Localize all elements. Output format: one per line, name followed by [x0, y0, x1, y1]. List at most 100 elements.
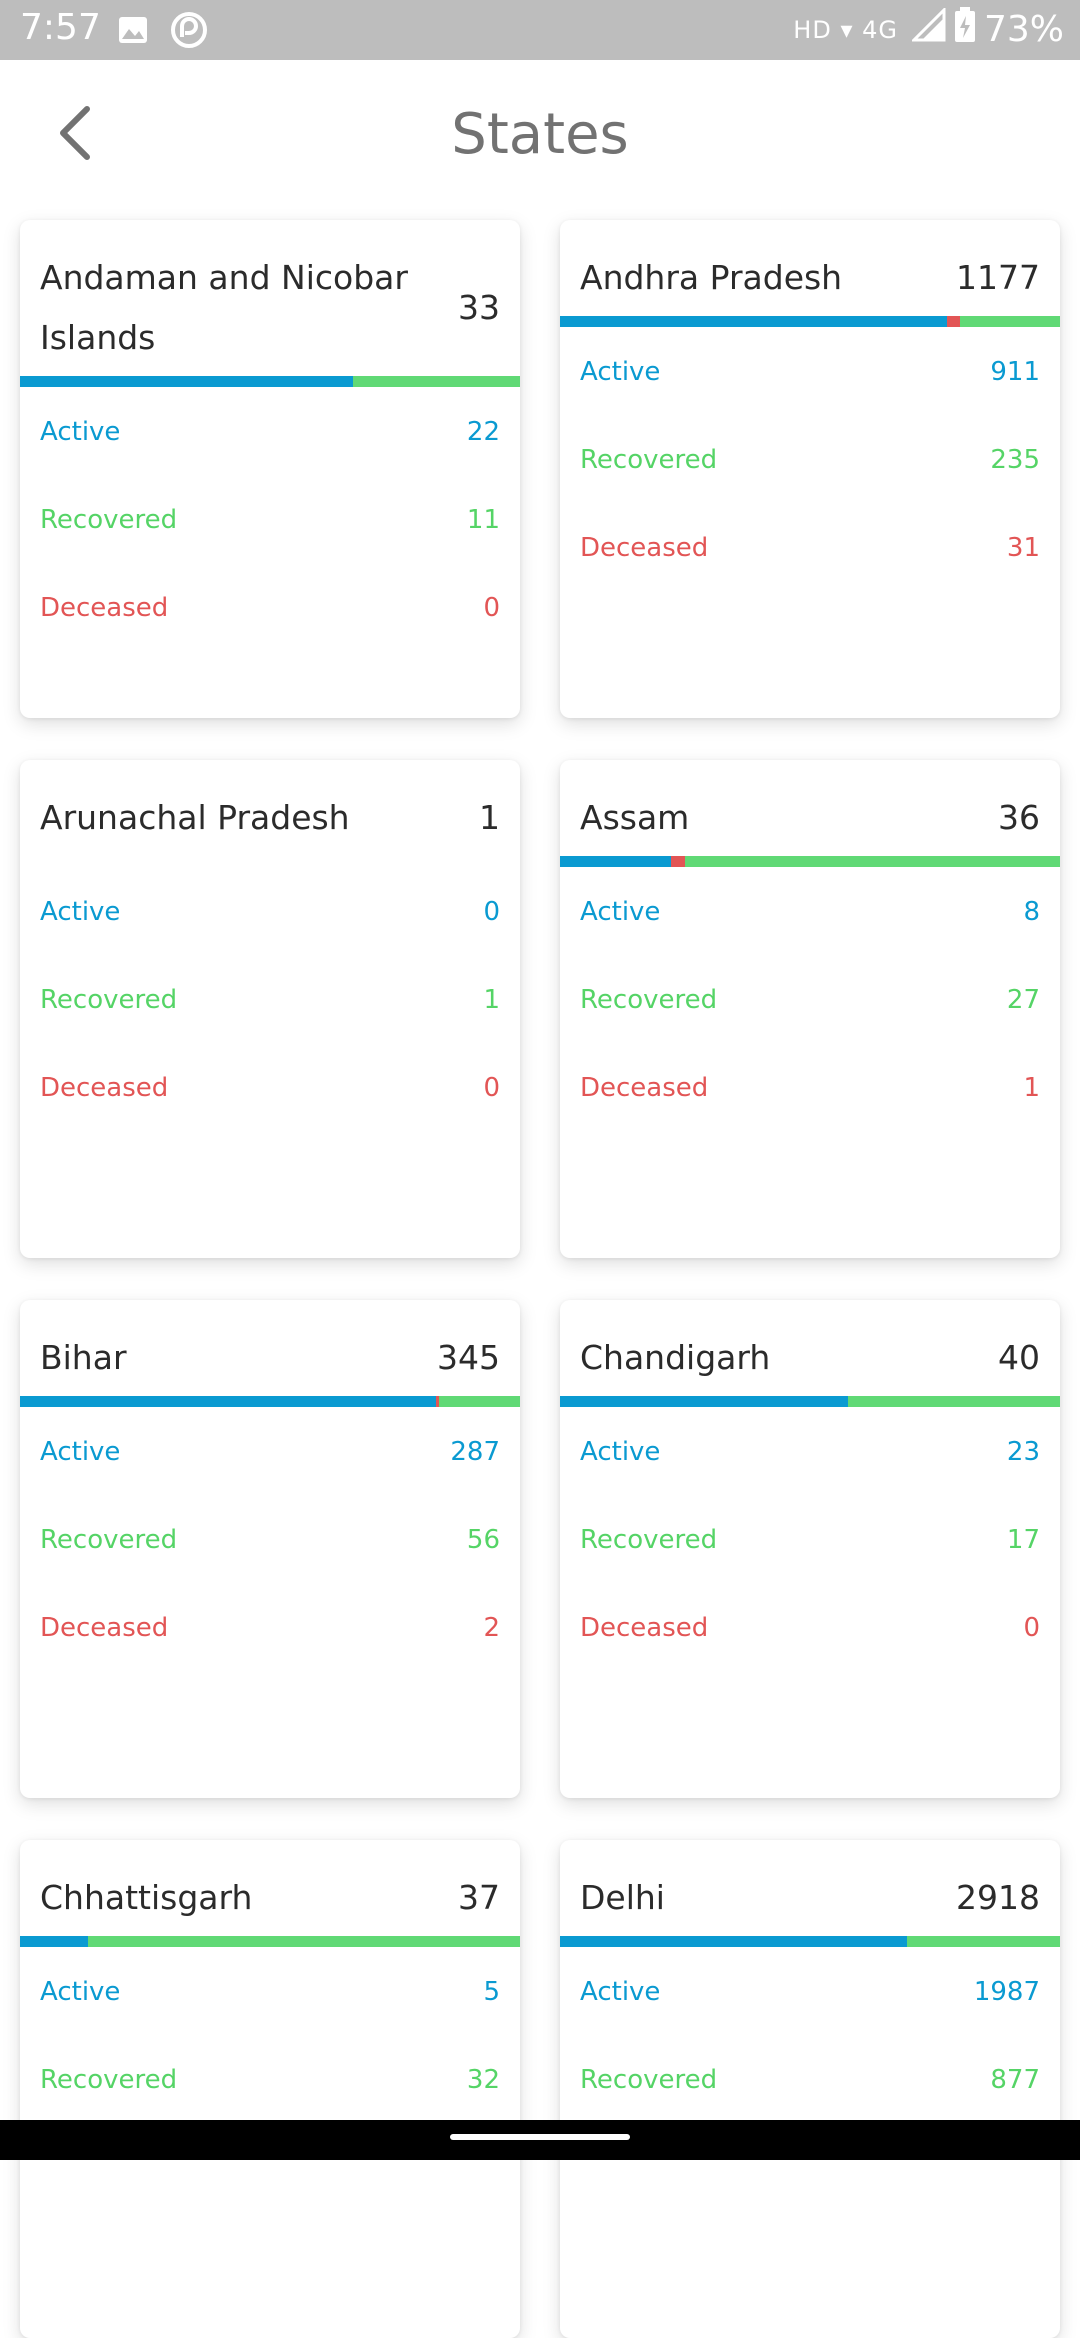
stat-row-recovered: Recovered 1 — [40, 985, 500, 1015]
stat-row-active: Active 5 — [40, 1977, 500, 2007]
stat-row-deceased: Deceased 0 — [40, 1073, 500, 1103]
deceased-label: Deceased — [40, 1073, 169, 1103]
deceased-label: Deceased — [580, 1073, 709, 1103]
stat-row-recovered: Recovered 17 — [580, 1525, 1040, 1555]
recovered-count: 27 — [1006, 985, 1040, 1015]
active-label: Active — [40, 417, 121, 447]
stat-row-active: Active 0 — [40, 897, 500, 927]
stat-row-recovered: Recovered 877 — [580, 2065, 1040, 2095]
recovered-label: Recovered — [40, 505, 178, 535]
case-breakdown-bar — [560, 1936, 1060, 1947]
card-header: Andhra Pradesh 1177 — [560, 220, 1060, 308]
notification-icons — [118, 11, 208, 53]
state-name: Andhra Pradesh — [580, 258, 843, 297]
total-cases: 33 — [458, 288, 500, 327]
case-breakdown-bar — [560, 316, 1060, 327]
card-header: Delhi 2918 — [560, 1840, 1060, 1928]
bar-segment-active — [560, 1396, 848, 1407]
signal-icon — [910, 6, 946, 51]
recovered-count: 235 — [990, 445, 1040, 475]
app-bar: States — [0, 60, 1080, 220]
state-card[interactable]: Delhi2918Active1987Recovered877Deceased — [560, 1840, 1060, 2338]
state-card[interactable]: Chandigarh 40 Active 23 Recovered 17 Deceased 0 — [560, 1300, 1060, 1798]
active-count: 1987 — [973, 1977, 1040, 2007]
case-breakdown-bar — [20, 376, 520, 387]
bar-segment-recovered — [438, 1396, 520, 1407]
state-card[interactable]: Andaman and Nicobar Islands 33 Active 22 Rec… — [20, 220, 520, 718]
state-card[interactable]: Arunachal Pradesh 1 Active 0 Recovered 1 Decea… — [20, 760, 520, 1258]
case-breakdown-bar — [560, 856, 1060, 867]
stat-row-deceased: Deceased 1 — [580, 1073, 1040, 1103]
recovered-label: Recovered — [580, 1525, 718, 1555]
active-count: 5 — [483, 1977, 500, 2007]
stat-row-recovered: Recovered 11 — [40, 505, 500, 535]
card-header: Arunachal Pradesh 1 — [20, 760, 520, 848]
stat-row-active: Active 911 — [580, 357, 1040, 387]
stat-row-active: Active 22 — [40, 417, 500, 447]
active-label: Active — [40, 1977, 121, 2007]
sync-icon — [170, 11, 208, 53]
deceased-count: 0 — [1023, 1613, 1040, 1643]
image-icon — [118, 16, 148, 48]
deceased-label: Deceased — [580, 1613, 709, 1643]
deceased-label: Deceased — [40, 1613, 169, 1643]
stat-row-active: Active 8 — [580, 897, 1040, 927]
recovered-count: 32 — [466, 2065, 500, 2095]
total-cases: 36 — [998, 798, 1040, 837]
deceased-count: 1 — [1023, 1073, 1040, 1103]
recovered-count: 56 — [466, 1525, 500, 1555]
state-name: Andaman and Nicobar Islands — [40, 258, 408, 357]
bar-segment-deceased — [947, 316, 961, 327]
active-count: 22 — [466, 417, 500, 447]
bar-segment-recovered — [906, 1936, 1060, 1947]
home-gesture-handle[interactable] — [450, 2134, 630, 2140]
card-header: Assam 36 — [560, 760, 1060, 848]
deceased-count: 0 — [483, 593, 500, 623]
recovered-label: Recovered — [580, 2065, 718, 2095]
battery-percent: 73% — [983, 9, 1064, 50]
card-header: Andaman and Nicobar Islands 33 — [20, 220, 520, 368]
card-header: Chandigarh 40 — [560, 1300, 1060, 1388]
total-cases: 40 — [998, 1338, 1040, 1377]
recovered-label: Recovered — [580, 985, 718, 1015]
state-card[interactable]: Andhra Pradesh 1177 Active 911 Recovered 235 D… — [560, 220, 1060, 718]
deceased-count: 2 — [483, 1613, 500, 1643]
state-card[interactable]: Bihar 345 Active 287 Recovered 56 Deceased 2 — [20, 1300, 520, 1798]
bar-segment-active — [20, 1936, 88, 1947]
stat-row-deceased: Deceased 2 — [40, 1613, 500, 1643]
clock: 7:57 — [20, 7, 101, 48]
state-card[interactable]: Chhattisgarh37Active5Recovered32Deceased — [20, 1840, 520, 2338]
state-name: Arunachal Pradesh — [40, 798, 350, 837]
state-name: Delhi — [580, 1878, 665, 1917]
recovered-label: Recovered — [40, 985, 178, 1015]
state-card[interactable]: Assam 36 Active 8 Recovered 27 Deceased 1 — [560, 760, 1060, 1258]
bar-segment-recovered — [684, 856, 1060, 867]
card-header: Bihar 345 — [20, 1300, 520, 1388]
bar-segment-active — [560, 856, 672, 867]
active-count: 23 — [1006, 1437, 1040, 1467]
active-label: Active — [580, 1977, 661, 2007]
status-bar: 7:57 HD ▾ 4G 73% — [0, 0, 1080, 60]
stat-row-deceased: Deceased 0 — [40, 593, 500, 623]
deceased-count: 31 — [1006, 533, 1040, 563]
recovered-label: Recovered — [40, 2065, 178, 2095]
bar-segment-active — [560, 1936, 907, 1947]
active-count: 0 — [483, 897, 500, 927]
active-label: Active — [40, 1437, 121, 1467]
bar-segment-recovered — [960, 316, 1060, 327]
page-title: States — [451, 102, 629, 167]
active-count: 911 — [990, 357, 1040, 387]
bar-segment-active — [560, 316, 947, 327]
case-breakdown-bar — [20, 1396, 520, 1407]
stat-row-active: Active 1987 — [580, 1977, 1040, 2007]
active-count: 287 — [450, 1437, 500, 1467]
stat-row-recovered: Recovered 56 — [40, 1525, 500, 1555]
case-breakdown-bar — [560, 1396, 1060, 1407]
bar-segment-recovered — [847, 1396, 1060, 1407]
stat-row-recovered: Recovered 235 — [580, 445, 1040, 475]
bar-segment-deceased — [671, 856, 685, 867]
stat-row-active: Active 23 — [580, 1437, 1040, 1467]
state-name: Assam — [580, 798, 690, 837]
stat-row-recovered: Recovered 27 — [580, 985, 1040, 1015]
case-breakdown-bar — [20, 1936, 520, 1947]
